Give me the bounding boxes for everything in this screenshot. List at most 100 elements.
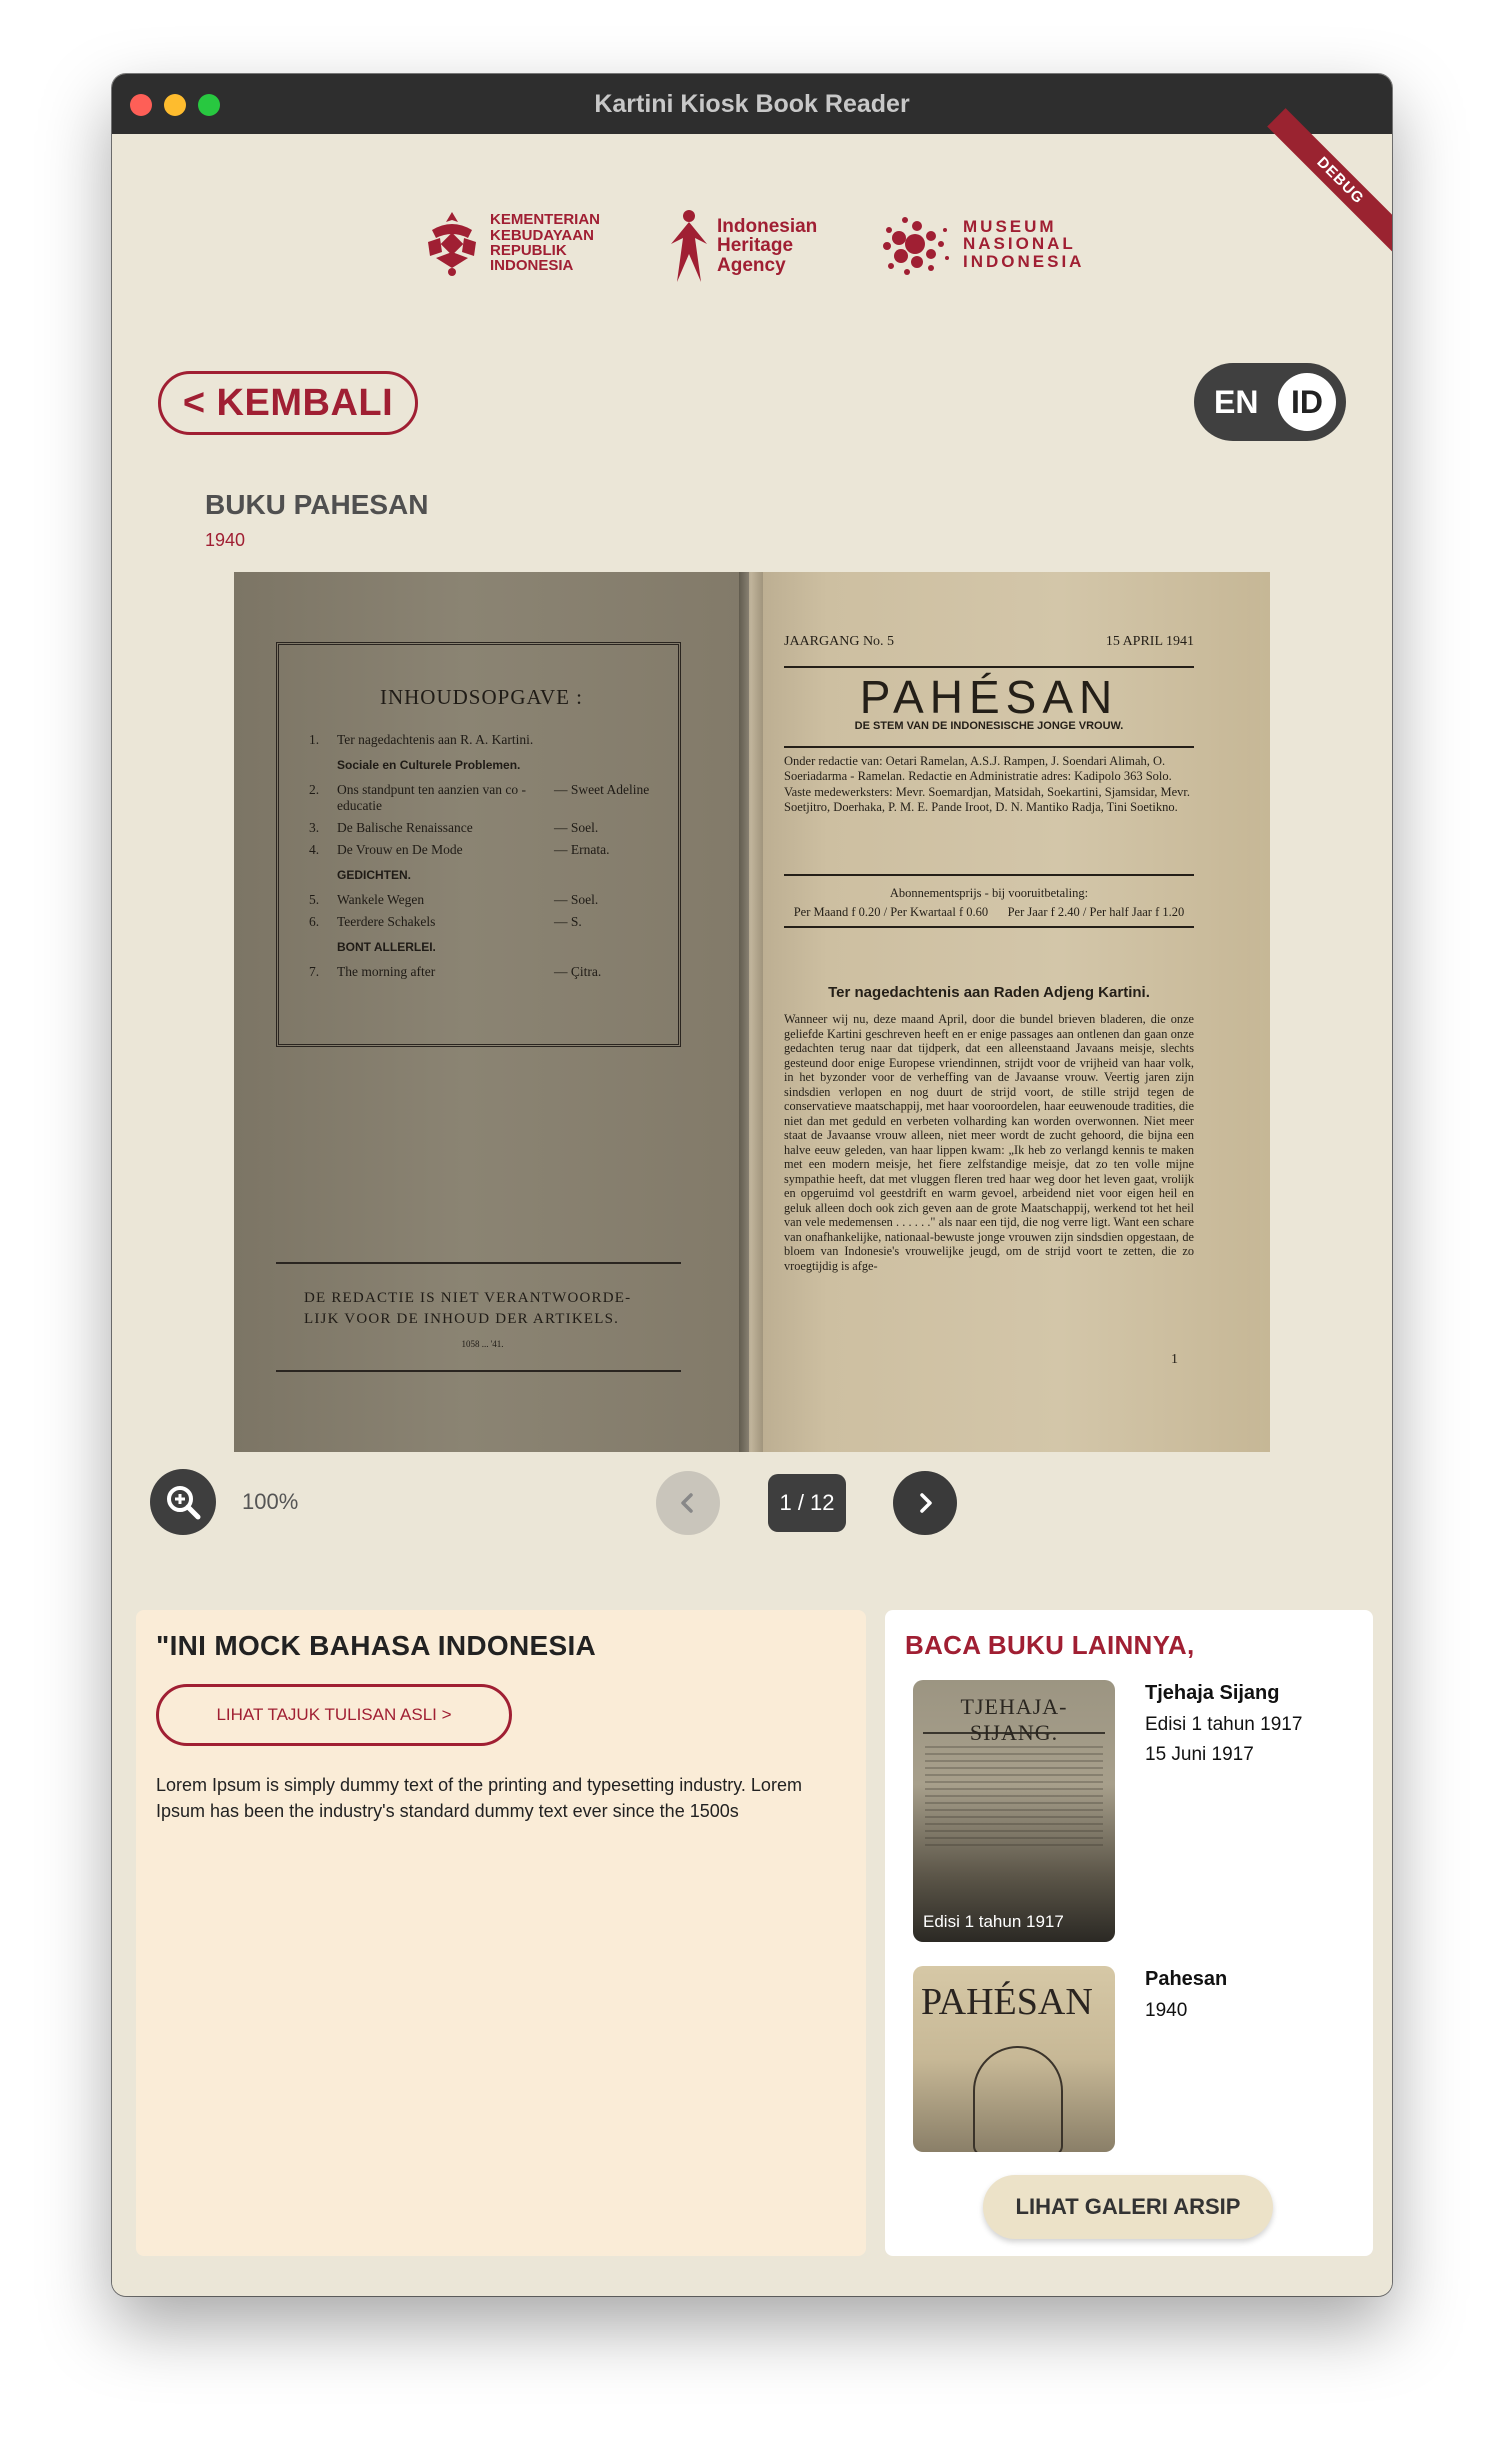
book-thumbnail: PAHÉSAN [913,1966,1115,2152]
editorial-note-text: DE REDACTIE IS NIET VERANTWOORDE- LIJK V… [304,1290,632,1327]
related-book-year: 1940 [1145,2000,1188,2021]
toc-row: 6. Teerdere Schakels — S. [309,914,654,930]
issue-date: 15 APRIL 1941 [1105,634,1194,649]
thumbnail-caption: Edisi 1 tahun 1917 [923,1912,1064,1931]
subscription-left: Per Maand f 0.20 / Per Kwartaal f 0.60 [793,905,989,919]
museum-line-2: NASIONAL [963,234,1076,254]
toc-author [554,732,654,748]
book-title: BUKU PAHESAN [205,489,429,520]
heritage-line-2: Heritage [717,235,794,257]
toc-author: — Soel. [554,892,599,907]
toc-list: 1. Ter nagedachtenis aan R. A. Kartini. So… [309,732,654,980]
book-year: 1940 [205,530,246,550]
thumbnail-text-lines [925,1746,1103,1846]
minimize-window-button[interactable] [164,94,186,116]
toc-number: 4. [309,842,320,857]
subscription-title: Abonnementsprijs - bij vooruitbetaling: [889,886,1089,900]
issue-line: JAARGANG No. 5 15 APRIL 1941 [784,634,1194,650]
toc-author: — Sweet Adeline [554,782,650,797]
lang-en-option[interactable]: EN [1214,384,1258,421]
chevron-right-icon [920,1493,932,1513]
page-content: DEBUG KEMENTERIAN KEBUDAYAAN REPUBLIK IN… [112,108,1392,2296]
toc-section-heading: GEDICHTEN. [337,868,412,882]
toc-row: 2. Ons standpunt ten aanzien van co - edu… [309,782,654,814]
previous-page-button[interactable] [656,1471,720,1535]
next-page-button[interactable] [893,1471,957,1535]
editorial-info: Onder redactie van: Oetari Ramelan, A.S.… [784,754,1191,814]
toc-author: — Ernata. [554,842,610,857]
description-panel: "INI MOCK BAHASA INDONESIA LIHAT TAJUK T… [136,1610,866,2256]
related-book-tjehaja-sijang[interactable]: TJEHAJA-SIJANG. Edisi 1 tahun 1917 Tjeha… [913,1680,1333,1942]
related-book-name: Tjehaja Sijang [1145,1682,1280,1704]
zoom-button[interactable] [150,1469,216,1535]
toc-title: INHOUDSOPGAVE : [379,685,584,709]
view-original-button[interactable]: LIHAT TAJUK TULISAN ASLI > [156,1684,512,1746]
left-page-scan: INHOUDSOPGAVE : 1. Ter nagedachtenis aan … [234,572,749,1452]
toc-entry: The morning after [337,964,436,979]
kementerian-line-2: KEBUDAYAAN [490,226,594,244]
related-book-pahesan[interactable]: PAHÉSAN Pahesan 1940 [913,1966,1333,2152]
book-page-viewer[interactable]: INHOUDSOPGAVE : 1. Ter nagedachtenis aan … [234,572,1270,1452]
view-archive-gallery-button[interactable]: LIHAT GALERI ARSIP [983,2175,1273,2239]
article-body: Wanneer wij nu, deze maand April, door d… [784,1012,1194,1273]
language-toggle[interactable]: EN ID [1194,363,1346,441]
book-thumbnail: TJEHAJA-SIJANG. Edisi 1 tahun 1917 [913,1680,1115,1942]
issue-number: JAARGANG No. 5 [784,634,895,649]
toc-author: — Çitra. [554,964,602,979]
close-window-button[interactable] [130,94,152,116]
toc-row: 1. Ter nagedachtenis aan R. A. Kartini. [309,732,654,748]
museum-line-3: INDONESIA [963,251,1085,271]
table-of-contents: INHOUDSOPGAVE : 1. Ter nagedachtenis aan … [276,642,681,1047]
lang-id-option[interactable]: ID [1278,373,1336,431]
related-books-title: BACA BUKU LAINNYA, [905,1630,1195,1660]
toc-number: 3. [309,820,320,835]
zoom-level: 100% [242,1489,299,1514]
museum-line-1: MUSEUM [963,217,1057,236]
toc-entry: Ons standpunt ten aanzien van co - educa… [337,782,526,813]
toc-section-heading: BONT ALLERLEI. [337,940,436,954]
heritage-line-1: Indonesian [717,215,818,237]
zoom-in-icon [167,1486,201,1520]
toc-entry: Ter nagedachtenis aan R. A. Kartini. [337,732,534,747]
kementerian-emblem-icon [428,212,476,276]
title-bar: Kartini Kiosk Book Reader [112,74,1392,134]
toc-entry: Wankele Wegen [337,892,425,907]
toc-row: 4. De Vrouw en De Mode — Ernata. [309,842,654,858]
related-book-edition: Edisi 1 tahun 1917 [1145,1714,1303,1735]
kementerian-logo: KEMENTERIAN KEBUDAYAAN REPUBLIK INDONESI… [422,208,600,278]
toc-number: 5. [309,892,320,907]
toc-entry: Teerdere Schakels [337,914,436,929]
partner-logos: KEMENTERIAN KEBUDAYAAN REPUBLIK INDONESI… [112,208,1392,288]
editorial-note: DE REDACTIE IS NIET VERANTWOORDE- LIJK V… [276,1262,681,1372]
related-book-date: 15 Juni 1917 [1145,1744,1254,1765]
scan-page-number: 1 [1171,1352,1178,1367]
kementerian-line-3: REPUBLIK [490,242,567,259]
kementerian-line-1: KEMENTERIAN [490,211,601,229]
book-spine [739,572,763,1452]
museum-nasional-emblem-icon [883,217,949,275]
article-title: Ter nagedachtenis aan Raden Adjeng Karti… [828,984,1150,1001]
right-page-scan: JAARGANG No. 5 15 APRIL 1941 PAHÉSAN DE … [749,572,1270,1452]
related-book-name: Pahesan [1145,1968,1228,1990]
toc-entry: De Balische Renaissance [337,820,473,835]
masthead: PAHÉSAN [784,666,1194,724]
toc-entry: De Vrouw en De Mode [337,842,463,857]
related-books-panel: BACA BUKU LAINNYA, TJEHAJA-SIJANG. Edisi… [885,1610,1373,2256]
heritage-agency-emblem-icon [671,210,707,282]
chevron-left-icon [681,1493,693,1513]
toc-row: 5. Wankele Wegen — Soel. [309,892,654,908]
toc-row: 3. De Balische Renaissance — Soel. [309,820,654,836]
toc-number: 1. [309,732,320,747]
back-button[interactable]: < KEMBALI [158,371,418,435]
window-title: Kartini Kiosk Book Reader [594,89,910,118]
subscription-right: Per Jaar f 2.40 / Per half Jaar f 1.20 [1007,905,1185,919]
masthead-subtitle: DE STEM VAN DE INDONESISCHE JONGE VROUW. [784,720,1194,748]
thumbnail-illustration [973,2046,1063,2152]
app-window: Kartini Kiosk Book Reader DEBUG KEMENTER… [112,74,1392,2296]
toc-author: — S. [554,914,582,929]
thumbnail-masthead: PAHÉSAN [921,1981,1093,2023]
page-indicator: 1 / 12 [768,1474,846,1532]
maximize-window-button[interactable] [198,94,220,116]
toc-author: — Soel. [554,820,599,835]
thumbnail-masthead: TJEHAJA-SIJANG. [923,1694,1105,1745]
